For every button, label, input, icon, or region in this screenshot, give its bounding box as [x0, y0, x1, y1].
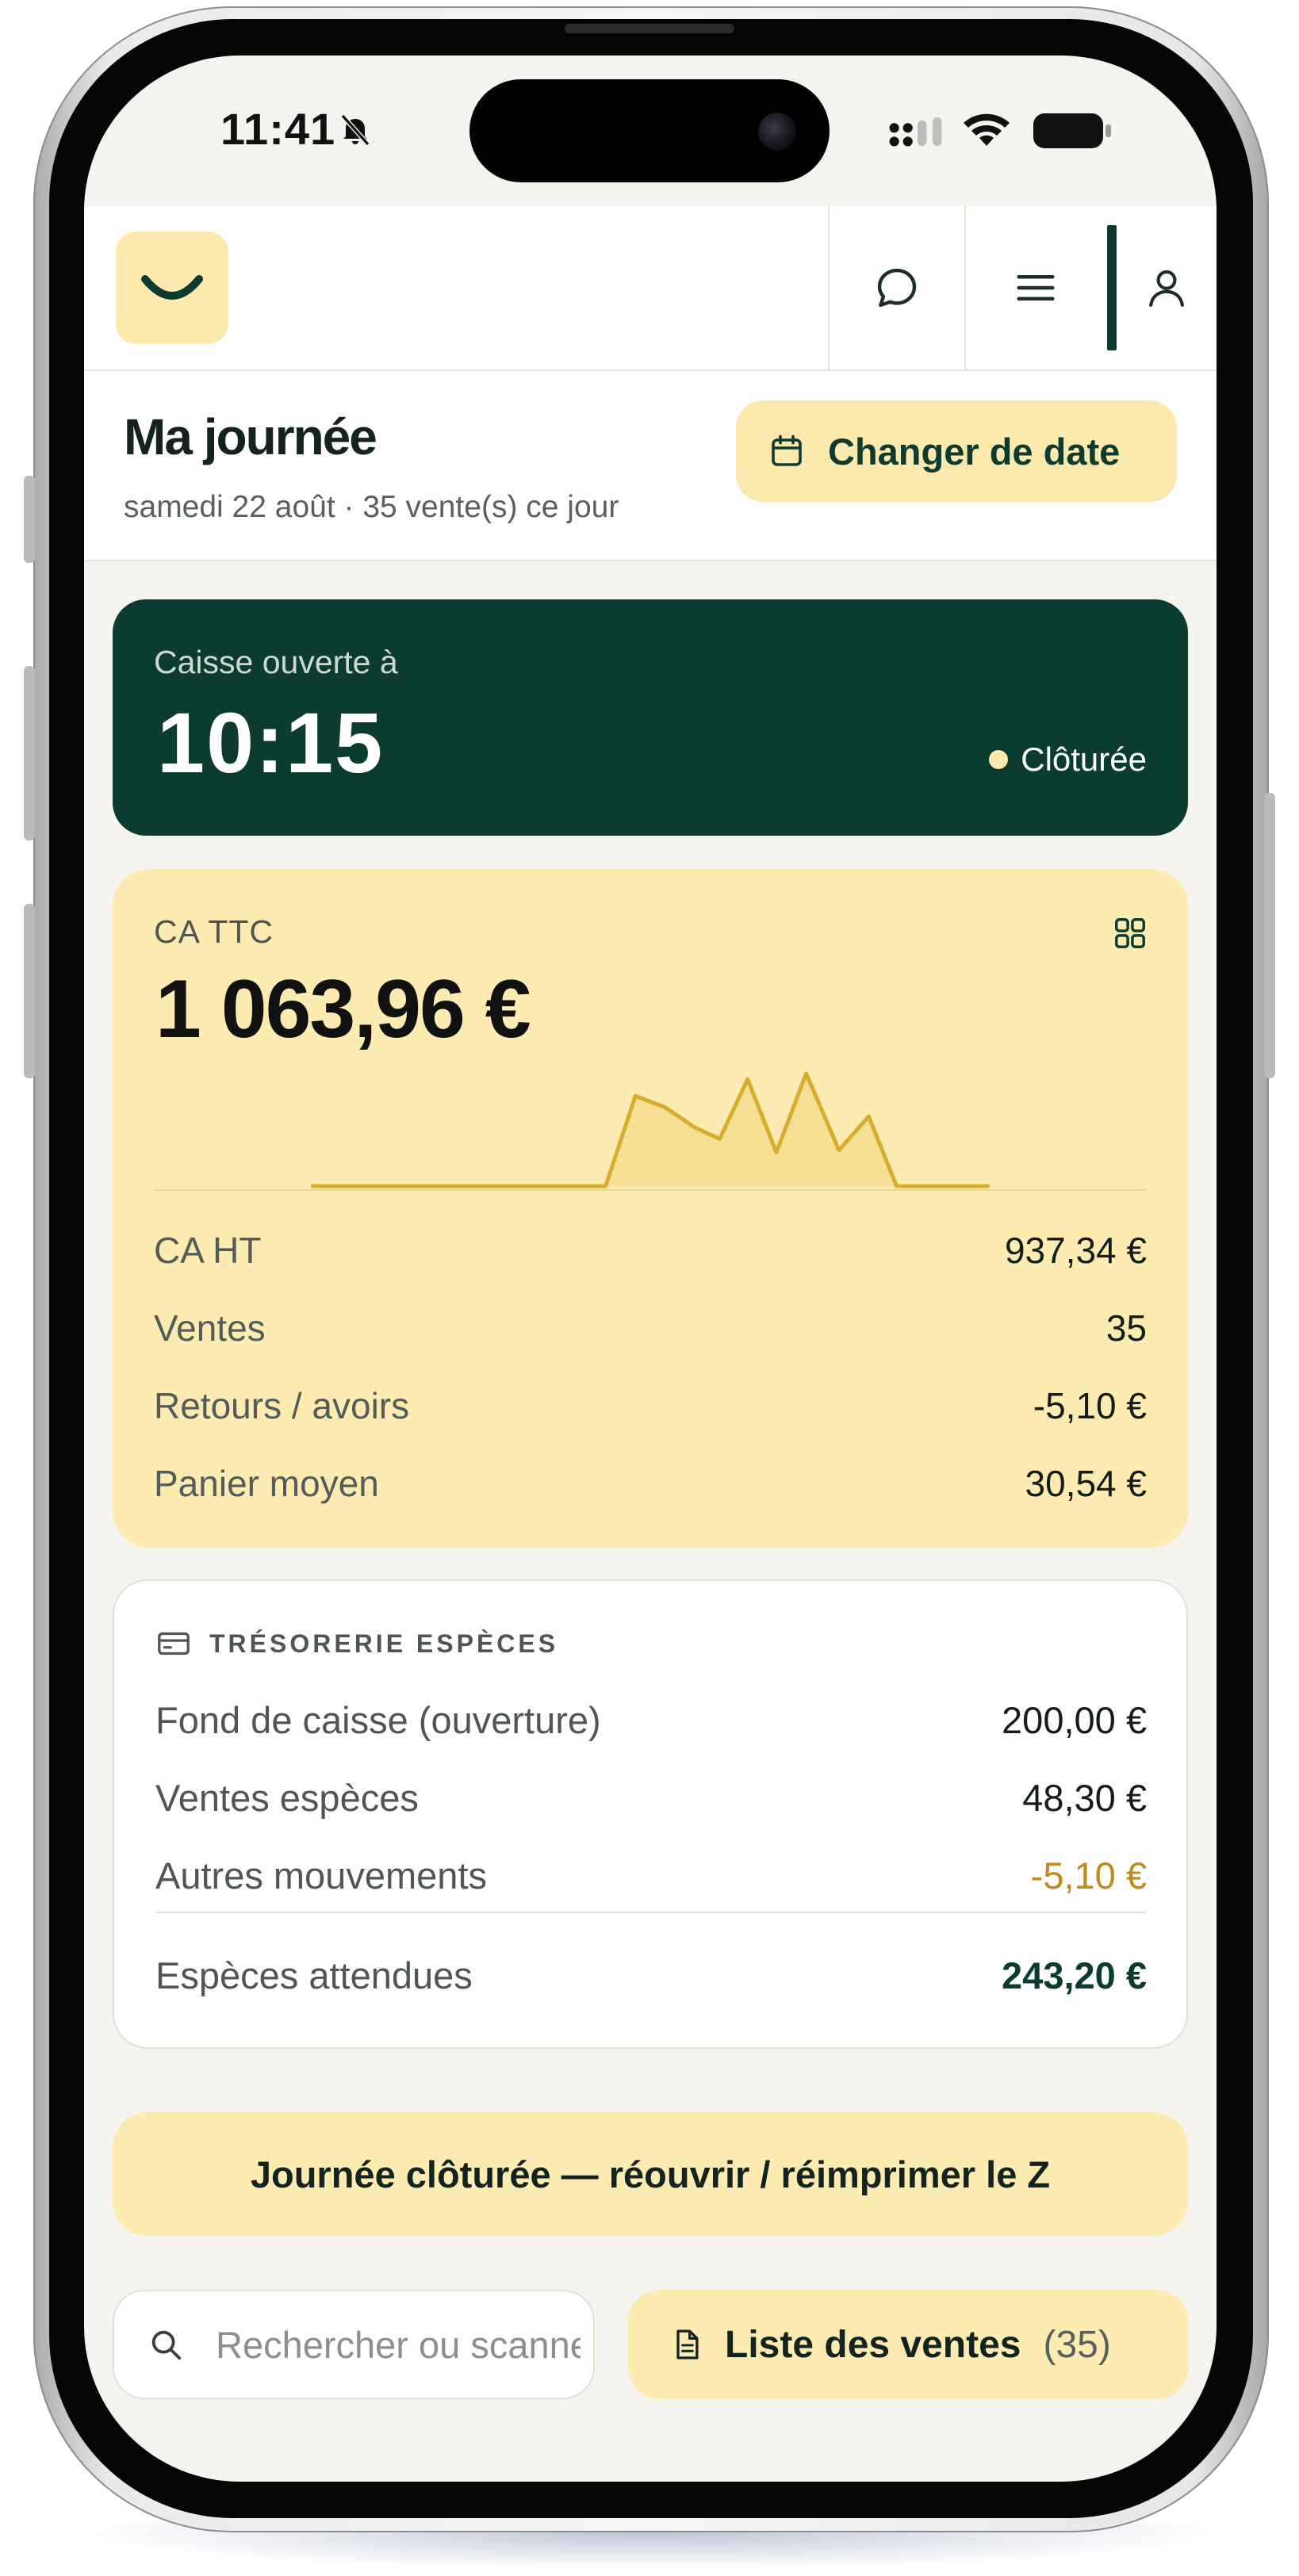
revenue-row-value: 937,34 € — [1004, 1230, 1147, 1271]
cash-row-value: 48,30 € — [1022, 1777, 1147, 1819]
revenue-label: CA TTC — [154, 913, 274, 950]
app-screen: 11:41 Ma journée samedi 22 août · 35 ven… — [84, 56, 1217, 2482]
grid-view-icon[interactable] — [1112, 915, 1148, 951]
search-input[interactable] — [214, 2312, 582, 2377]
search-box — [113, 2290, 595, 2399]
smile-logo-icon — [141, 275, 203, 300]
close-banner-text: Journée clôturée — réouvrir / réimprimer… — [250, 2153, 1051, 2195]
sparkline-area — [312, 1074, 988, 1186]
app-header — [84, 206, 1217, 371]
chat-bubble-icon — [877, 268, 917, 308]
cash-row-float: Fond de caisse (ouverture) 200,00 € — [155, 1698, 1147, 1746]
register-status-badge: Clôturée — [989, 741, 1147, 779]
sales-list-label: Liste des ventes — [725, 2323, 1021, 2366]
cash-row-label: Autres mouvements — [155, 1854, 487, 1897]
cash-row-label: Ventes espèces — [155, 1777, 419, 1819]
cellular-signal-icon — [889, 117, 942, 147]
sales-list-button[interactable]: Liste des ventes (35) — [628, 2290, 1188, 2399]
revenue-divider — [154, 1189, 1147, 1191]
status-dot-icon — [989, 750, 1009, 769]
cash-row-label: Fond de caisse (ouverture) — [155, 1699, 601, 1741]
power-button — [1264, 793, 1275, 1078]
cash-row-value: -5,10 € — [1030, 1854, 1147, 1897]
revenue-card: CA TTC 1 063,96 € CA HT 937,34 € Ventes … — [113, 869, 1188, 1548]
revenue-row-label: Panier moyen — [154, 1463, 379, 1504]
wifi-icon — [964, 113, 1010, 146]
active-indicator — [1107, 225, 1117, 350]
day-title-bar: Ma journée samedi 22 août · 35 vente(s) … — [84, 371, 1217, 561]
revenue-row-ca-ht: CA HT 937,34 € — [154, 1229, 1147, 1277]
revenue-row-label: Ventes — [154, 1307, 266, 1349]
cash-row-other-movements: Autres mouvements -5,10 € — [155, 1854, 1147, 1901]
document-icon — [676, 2329, 699, 2360]
revenue-row-average-basket: Panier moyen 30,54 € — [154, 1462, 1147, 1510]
calendar-icon — [772, 434, 802, 466]
cash-total-label: Espèces attendues — [155, 1954, 473, 1996]
profile-button[interactable] — [1117, 206, 1217, 369]
volume-down-button — [24, 904, 35, 1078]
cash-card-header: TRÉSORERIE ESPÈCES — [155, 1625, 558, 1662]
page-subtitle: samedi 22 août · 35 vente(s) ce jour — [124, 490, 619, 524]
status-time: 11:41 — [220, 104, 336, 154]
reopen-reprint-button[interactable]: Journée clôturée — réouvrir / réimprimer… — [113, 2112, 1188, 2236]
bell-muted-icon — [340, 114, 370, 146]
hamburger-menu-icon — [1017, 275, 1055, 300]
revenue-sparkline-chart — [310, 1071, 991, 1188]
revenue-row-value: 35 — [1105, 1307, 1147, 1349]
front-camera — [758, 113, 796, 151]
revenue-value: 1 063,96 € — [155, 963, 531, 1055]
change-date-label: Changer de date — [828, 430, 1121, 473]
cash-divider — [155, 1912, 1147, 1913]
register-open-label: Caisse ouverte à — [154, 644, 398, 680]
page-title: Ma journée — [124, 408, 377, 465]
app-logo[interactable] — [116, 232, 228, 344]
volume-up-button — [24, 666, 35, 840]
register-status-text: Clôturée — [1021, 741, 1147, 778]
revenue-row-label: Retours / avoirs — [154, 1385, 410, 1426]
register-status-card: Caisse ouverte à 10:15 Clôturée — [113, 599, 1188, 836]
register-open-time: 10:15 — [157, 695, 385, 790]
cash-row-expected: Espèces attendues 243,20 € — [155, 1954, 1147, 2001]
cash-treasury-card: TRÉSORERIE ESPÈCES Fond de caisse (ouver… — [113, 1579, 1188, 2049]
earpiece-speaker — [565, 24, 734, 33]
messages-button[interactable] — [830, 206, 964, 369]
cash-row-value: 200,00 € — [1002, 1699, 1147, 1741]
sales-list-count: (35) — [1043, 2323, 1111, 2366]
credit-card-icon — [158, 1632, 190, 1655]
cash-total-value: 243,20 € — [1002, 1954, 1147, 1996]
revenue-row-sales-count: Ventes 35 — [154, 1307, 1147, 1354]
search-icon — [151, 2330, 182, 2360]
revenue-row-label: CA HT — [154, 1230, 262, 1271]
cash-card-title: TRÉSORERIE ESPÈCES — [209, 1629, 559, 1658]
revenue-row-value: -5,10 € — [1033, 1385, 1147, 1426]
change-date-button[interactable]: Changer de date — [736, 400, 1177, 502]
revenue-row-value: 30,54 € — [1025, 1463, 1147, 1504]
user-icon — [1149, 270, 1184, 307]
action-button — [24, 476, 35, 563]
cash-row-cash-sales: Ventes espèces 48,30 € — [155, 1776, 1147, 1824]
revenue-row-returns: Retours / avoirs -5,10 € — [154, 1384, 1147, 1432]
battery-icon — [1033, 113, 1111, 148]
menu-button[interactable] — [966, 206, 1105, 369]
